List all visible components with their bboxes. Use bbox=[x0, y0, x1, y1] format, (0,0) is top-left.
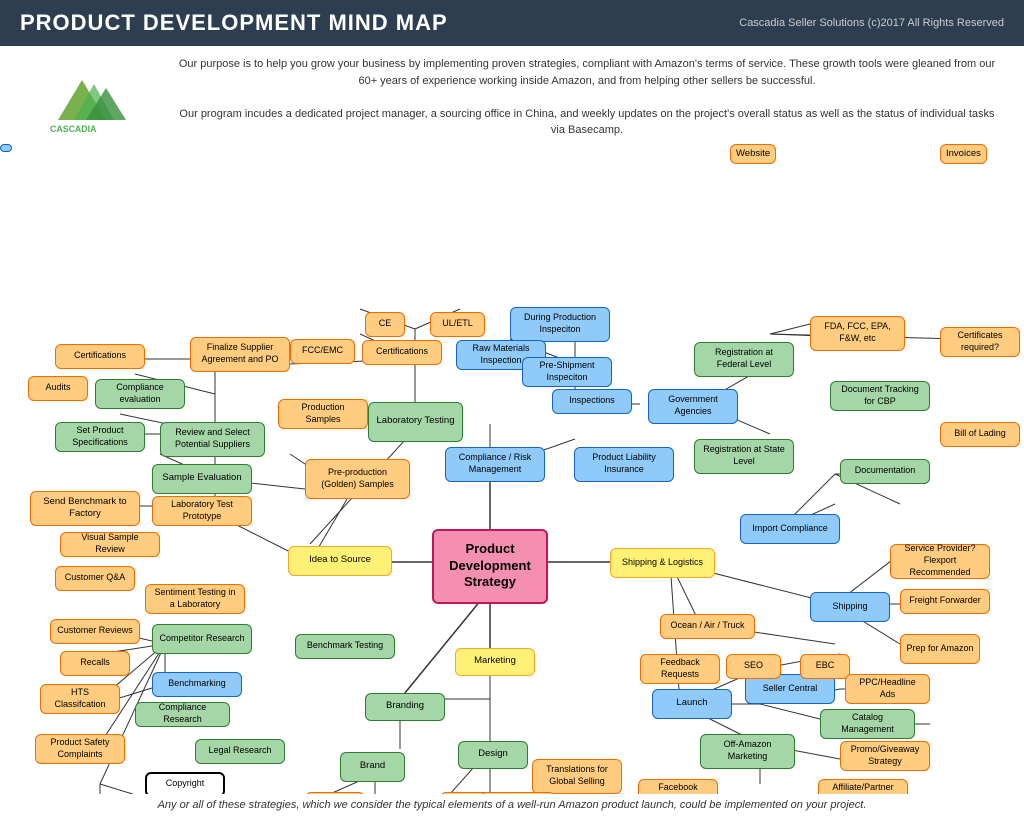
promo-giveaway-node: Promo/Giveaway Strategy bbox=[840, 741, 930, 771]
lab-test-prototype-node: Laboratory Test Prototype bbox=[152, 496, 252, 526]
cascadia-logo: CASCADIA SELLER SOLUTIONS bbox=[30, 56, 150, 136]
visual-sample-review-node: Visual Sample Review bbox=[60, 532, 160, 557]
freight-forwarder-node: Freight Forwarder bbox=[900, 589, 990, 614]
translations-node: Translations for Global Selling bbox=[532, 759, 622, 794]
import-compliance-node: Import Compliance bbox=[740, 514, 840, 544]
svg-text:CASCADIA: CASCADIA bbox=[50, 124, 97, 134]
shipping-node: Shipping bbox=[810, 592, 890, 622]
production-samples-node: Production Samples bbox=[278, 399, 368, 429]
brand-node: Brand bbox=[340, 752, 405, 782]
feedback-requests-node: Feedback Requests bbox=[640, 654, 720, 684]
pre-shipment-node bbox=[0, 144, 12, 152]
logo-section: CASCADIA SELLER SOLUTIONS bbox=[15, 56, 165, 139]
website-node: Website bbox=[730, 144, 776, 164]
product-liability-node: Product Liability Insurance bbox=[574, 447, 674, 482]
sentiment-testing-node: Sentiment Testing in a Laboratory bbox=[145, 584, 245, 614]
photography-node: Photography bbox=[480, 792, 555, 794]
invoices-node: Invoices bbox=[940, 144, 987, 164]
marketing-node: Marketing bbox=[455, 648, 535, 676]
certifications-left-node: Certifications bbox=[55, 344, 145, 369]
certifications-top-node: Certifications bbox=[362, 340, 442, 365]
customer-qa-node: Customer Q&A bbox=[55, 566, 135, 591]
service-provider-node: Service Provider? Flexport Recommended bbox=[890, 544, 990, 579]
seo-node: SEO bbox=[726, 654, 781, 679]
prep-for-amazon-node: Prep for Amazon bbox=[900, 634, 980, 664]
header-title: PRODUCT DEVELOPMENT MIND MAP bbox=[20, 10, 448, 36]
send-benchmark-node: Send Benchmark to Factory bbox=[30, 491, 140, 526]
bill-of-lading-node: Bill of Lading bbox=[940, 422, 1020, 447]
intro-text: Our purpose is to help you grow your bus… bbox=[165, 56, 1009, 139]
fda-fcc-epa-node: FDA, FCC, EPA, F&W, etc bbox=[810, 316, 905, 351]
center-node: Product Development Strategy bbox=[432, 529, 548, 604]
mindmap-container: Product Development Strategy Idea to Sou… bbox=[0, 144, 1024, 794]
pre-shipment-inspeciton-node: Pre-Shipment Inspeciton bbox=[522, 357, 612, 387]
copyright-node: Copyright bbox=[145, 772, 225, 794]
compliance-risk-node: Compliance / Risk Management bbox=[445, 447, 545, 482]
benchmarking-node: Benchmarking bbox=[152, 672, 242, 697]
affiliate-strategy-node: Affiliate/Partner Strategy bbox=[818, 779, 908, 794]
ppc-ads-node: PPC/Headline Ads bbox=[845, 674, 930, 704]
fcc-emc-node: FCC/EMC bbox=[290, 339, 355, 364]
logo-node: Logo bbox=[305, 792, 365, 794]
certificates-required-node: Certificates required? bbox=[940, 327, 1020, 357]
government-agencies-node: Government Agencies bbox=[648, 389, 738, 424]
compliance-research-node: Compliance Research bbox=[135, 702, 230, 727]
branding-node: Branding bbox=[365, 693, 445, 721]
inspections-node: Inspections bbox=[552, 389, 632, 414]
compliance-eval-node: Compliance evaluation bbox=[95, 379, 185, 409]
document-tracking-cbp-node: Document Tracking for CBP bbox=[830, 381, 930, 411]
laboratory-testing-node: Laboratory Testing bbox=[368, 402, 463, 442]
preproduction-samples-node: Pre-production (Golden) Samples bbox=[305, 459, 410, 499]
audits-node: Audits bbox=[28, 376, 88, 401]
review-select-suppliers-node: Review and Select Potential Suppliers bbox=[160, 422, 265, 457]
ul-etl-node: UL/ETL bbox=[430, 312, 485, 337]
benchmark-testing-node: Benchmark Testing bbox=[295, 634, 395, 659]
competitor-research-node: Competitor Research bbox=[152, 624, 252, 654]
header-copyright: Cascadia Seller Solutions (c)2017 All Ri… bbox=[739, 17, 1004, 29]
shipping-logistics-node: Shipping & Logistics bbox=[610, 548, 715, 578]
sample-evaluation-node: Sample Evaluation bbox=[152, 464, 252, 494]
footer-text: Any or all of these strategies, which we… bbox=[0, 794, 1024, 819]
ce-node: CE bbox=[365, 312, 405, 337]
facebook-ads-node: Facebook Ads/Pixels bbox=[638, 779, 718, 794]
off-amazon-marketing-node: Off-Amazon Marketing bbox=[700, 734, 795, 769]
during-production-node: During Production Inspeciton bbox=[510, 307, 610, 342]
registration-federal-node: Registration at Federal Level bbox=[694, 342, 794, 377]
hts-classification-node: HTS Classifcation bbox=[40, 684, 120, 714]
launch-node: Launch bbox=[652, 689, 732, 719]
idea-to-source-node: Idea to Source bbox=[288, 546, 392, 576]
design-node: Design bbox=[458, 741, 528, 769]
finalize-supplier-node: Finalize Supplier Agreement and PO bbox=[190, 337, 290, 372]
set-product-specs-node: Set Product Specifications bbox=[55, 422, 145, 452]
product-safety-complaints-node: Product Safety Complaints bbox=[35, 734, 125, 764]
registration-state-node: Registration at State Level bbox=[694, 439, 794, 474]
recalls-node: Recalls bbox=[60, 651, 130, 676]
documentation-node: Documentation bbox=[840, 459, 930, 484]
header: PRODUCT DEVELOPMENT MIND MAP Cascadia Se… bbox=[0, 0, 1024, 46]
customer-reviews-node: Customer Reviews bbox=[50, 619, 140, 644]
ebc-node: EBC bbox=[800, 654, 850, 679]
legal-research-node: Legal Research bbox=[195, 739, 285, 764]
ocean-air-truck-node: Ocean / Air / Truck bbox=[660, 614, 755, 639]
catalog-management-node: Catalog Management bbox=[820, 709, 915, 739]
